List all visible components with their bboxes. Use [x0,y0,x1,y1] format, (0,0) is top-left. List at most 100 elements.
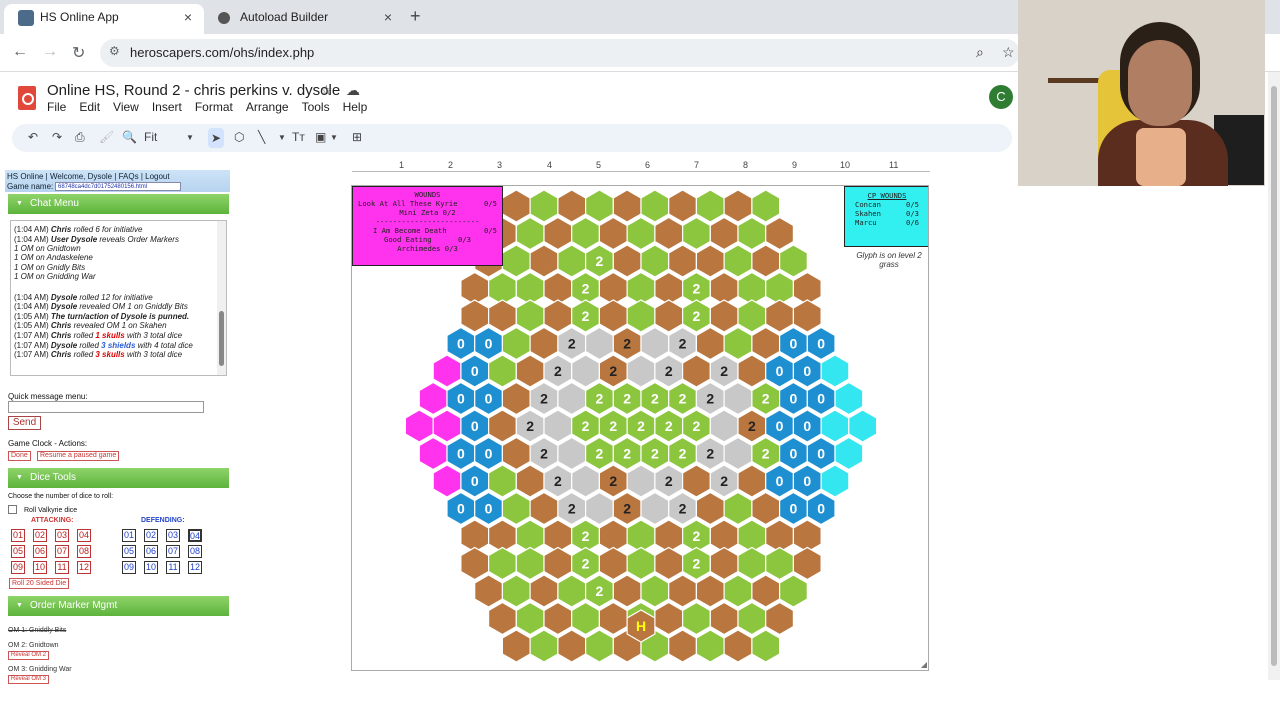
chat-menu-header[interactable]: Chat Menu [8,194,229,214]
document-title[interactable]: Online HS, Round 2 - chris perkins v. dy… [47,82,340,99]
terrain-hex[interactable] [515,546,545,581]
terrain-hex[interactable] [585,629,614,663]
terrain-hex[interactable] [501,574,531,608]
terrain-hex[interactable] [737,464,767,498]
menu-tools[interactable]: Tools [302,100,330,114]
reveal-om-2-button[interactable]: Reveal OM 2 [8,651,50,660]
zoom-select[interactable]: Fit [144,130,157,144]
tab-hs-online[interactable]: HS Online App × [4,4,204,34]
terrain-hex[interactable] [515,601,545,636]
terrain-hex[interactable] [848,409,878,443]
terrain-hex[interactable] [792,546,822,581]
new-tab-button[interactable]: + [410,6,421,27]
terrain-hex[interactable] [432,354,462,388]
zoom-icon[interactable]: 🔍 [122,130,137,144]
terrain-hex[interactable] [820,409,850,443]
terrain-hex[interactable] [723,491,753,526]
terrain-hex[interactable] [557,574,587,608]
terrain-hex[interactable] [723,189,753,223]
terrain-hex[interactable] [460,546,490,581]
defend-dice-06[interactable]: 06 [144,545,158,558]
menu-help[interactable]: Help [343,100,368,114]
terrain-hex[interactable] [682,601,711,636]
terrain-hex[interactable] [474,574,503,608]
terrain-hex[interactable] [737,216,767,251]
terrain-hex[interactable] [640,326,670,361]
terrain-hex[interactable] [598,216,628,251]
add-comment-icon[interactable]: ⊞ [352,130,362,144]
text-box-icon[interactable]: Tт [292,130,305,144]
terrain-hex[interactable] [529,326,559,361]
terrain-hex[interactable] [751,244,781,278]
terrain-hex[interactable] [723,381,753,416]
terrain-hex[interactable] [654,601,684,636]
terrain-hex[interactable] [557,629,587,663]
chevron-down-icon[interactable]: ▼ [330,133,338,142]
close-tab-icon[interactable]: × [184,4,192,30]
defend-dice-09[interactable]: 09 [122,561,136,574]
defend-dice-08[interactable]: 08 [188,545,202,558]
terrain-hex[interactable] [543,299,573,333]
terrain-hex[interactable] [834,436,864,471]
attack-dice-04[interactable]: 04 [77,529,91,542]
terrain-hex[interactable] [432,409,462,443]
terrain-hex[interactable] [695,326,725,361]
terrain-hex[interactable] [488,409,517,443]
terrain-hex[interactable] [723,326,753,361]
terrain-hex[interactable] [626,354,656,388]
zoom-search-icon[interactable]: ⌕ [976,44,984,61]
resize-handle-icon[interactable]: ◢ [921,660,927,669]
terrain-hex[interactable] [418,381,448,416]
terrain-hex[interactable] [654,546,684,581]
defend-dice-10[interactable]: 10 [144,561,158,574]
attack-dice-02[interactable]: 02 [33,529,47,542]
terrain-hex[interactable] [626,464,656,498]
terrain-hex[interactable] [779,574,808,608]
terrain-hex[interactable] [543,216,573,251]
menu-view[interactable]: View [113,100,139,114]
resume-button[interactable]: Resume a paused game [37,451,120,461]
terrain-hex[interactable] [765,601,794,636]
redo-icon[interactable]: ↷ [52,130,62,144]
order-marker-header[interactable]: Order Marker Mgmt [8,596,229,616]
terrain-hex[interactable] [515,216,545,251]
defend-dice-12[interactable]: 12 [188,561,202,574]
panel-links[interactable]: HS Online | Welcome, Dysole | FAQs | Log… [7,172,170,181]
terrain-hex[interactable] [571,601,600,636]
attack-dice-05[interactable]: 05 [11,545,25,558]
terrain-hex[interactable] [612,189,642,223]
terrain-hex[interactable] [488,299,517,333]
terrain-hex[interactable] [682,354,711,388]
tab-autoload-builder[interactable]: Autoload Builder × [204,4,404,34]
terrain-hex[interactable] [834,381,864,416]
terrain-hex[interactable] [501,436,531,471]
terrain-hex[interactable] [723,436,753,471]
defend-dice-01[interactable]: 01 [122,529,136,542]
terrain-hex[interactable] [709,216,739,251]
terrain-hex[interactable] [695,574,725,608]
terrain-hex[interactable] [501,326,531,361]
attack-dice-10[interactable]: 10 [33,561,47,574]
terrain-hex[interactable] [571,464,600,498]
attack-dice-06[interactable]: 06 [33,545,47,558]
dice-tools-header[interactable]: Dice Tools [8,468,229,488]
scrollbar-thumb[interactable] [1271,86,1277,666]
terrain-hex[interactable] [668,629,697,663]
terrain-hex[interactable] [792,299,822,333]
menu-format[interactable]: Format [195,100,233,114]
terrain-hex[interactable] [557,189,587,223]
terrain-hex[interactable] [751,189,781,223]
terrain-hex[interactable] [668,189,697,223]
drawings-logo-icon[interactable] [18,86,36,110]
reload-icon[interactable]: ↻ [72,43,85,63]
terrain-hex[interactable] [515,354,545,388]
terrain-hex[interactable] [695,629,725,663]
terrain-hex[interactable] [751,574,781,608]
terrain-hex[interactable] [654,216,684,251]
terrain-hex[interactable] [515,299,545,333]
terrain-hex[interactable] [585,189,614,223]
reveal-om-3-button[interactable]: Reveal OM 3 [8,675,50,684]
terrain-hex[interactable] [598,299,628,333]
bookmark-star-icon[interactable]: ☆ [1002,44,1015,61]
site-info-icon[interactable]: ⚙ [109,44,120,58]
